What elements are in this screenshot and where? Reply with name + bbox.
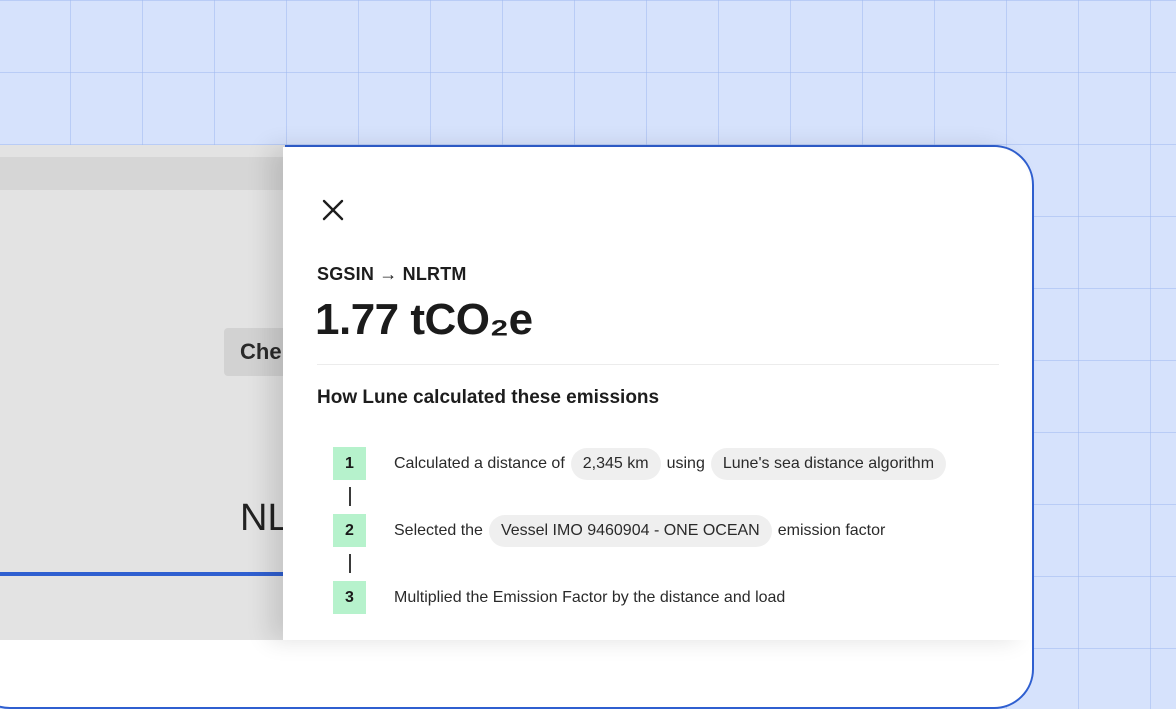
background-app: Che NL xyxy=(0,145,294,640)
distance-pill: 2,345 km xyxy=(570,448,661,480)
step-number-3: 3 xyxy=(333,581,366,614)
section-divider xyxy=(317,364,999,365)
algorithm-pill: Lune's sea distance algorithm xyxy=(710,448,947,480)
background-port-label: NL xyxy=(240,497,289,539)
step-1-text: Calculated a distance of xyxy=(394,455,565,472)
step-2-row: Selected the Vessel IMO 9460904 - ONE OC… xyxy=(394,515,885,547)
step-number-1: 1 xyxy=(333,447,366,480)
step-connector xyxy=(349,487,351,506)
step-connector xyxy=(349,554,351,573)
step-3-row: Multiplied the Emission Factor by the di… xyxy=(394,582,785,614)
step-number-2: 2 xyxy=(333,514,366,547)
step-3-text: Multiplied the Emission Factor by the di… xyxy=(394,589,786,606)
step-1-row: Calculated a distance of 2,345 km using … xyxy=(394,448,952,480)
total-emissions: 1.77 tCO₂e xyxy=(315,295,533,344)
close-icon xyxy=(322,199,344,221)
background-divider xyxy=(0,572,285,576)
route-label: SGSIN → NLRTM xyxy=(317,264,467,284)
vessel-pill: Vessel IMO 9460904 - ONE OCEAN xyxy=(488,515,772,547)
step-1-text-middle: using xyxy=(666,455,705,472)
step-2-text: Selected the xyxy=(394,522,483,539)
close-button[interactable] xyxy=(318,195,348,225)
background-toolbar xyxy=(0,157,285,190)
step-2-text-after: emission factor xyxy=(777,522,886,539)
methodology-heading: How Lune calculated these emissions xyxy=(317,387,660,408)
